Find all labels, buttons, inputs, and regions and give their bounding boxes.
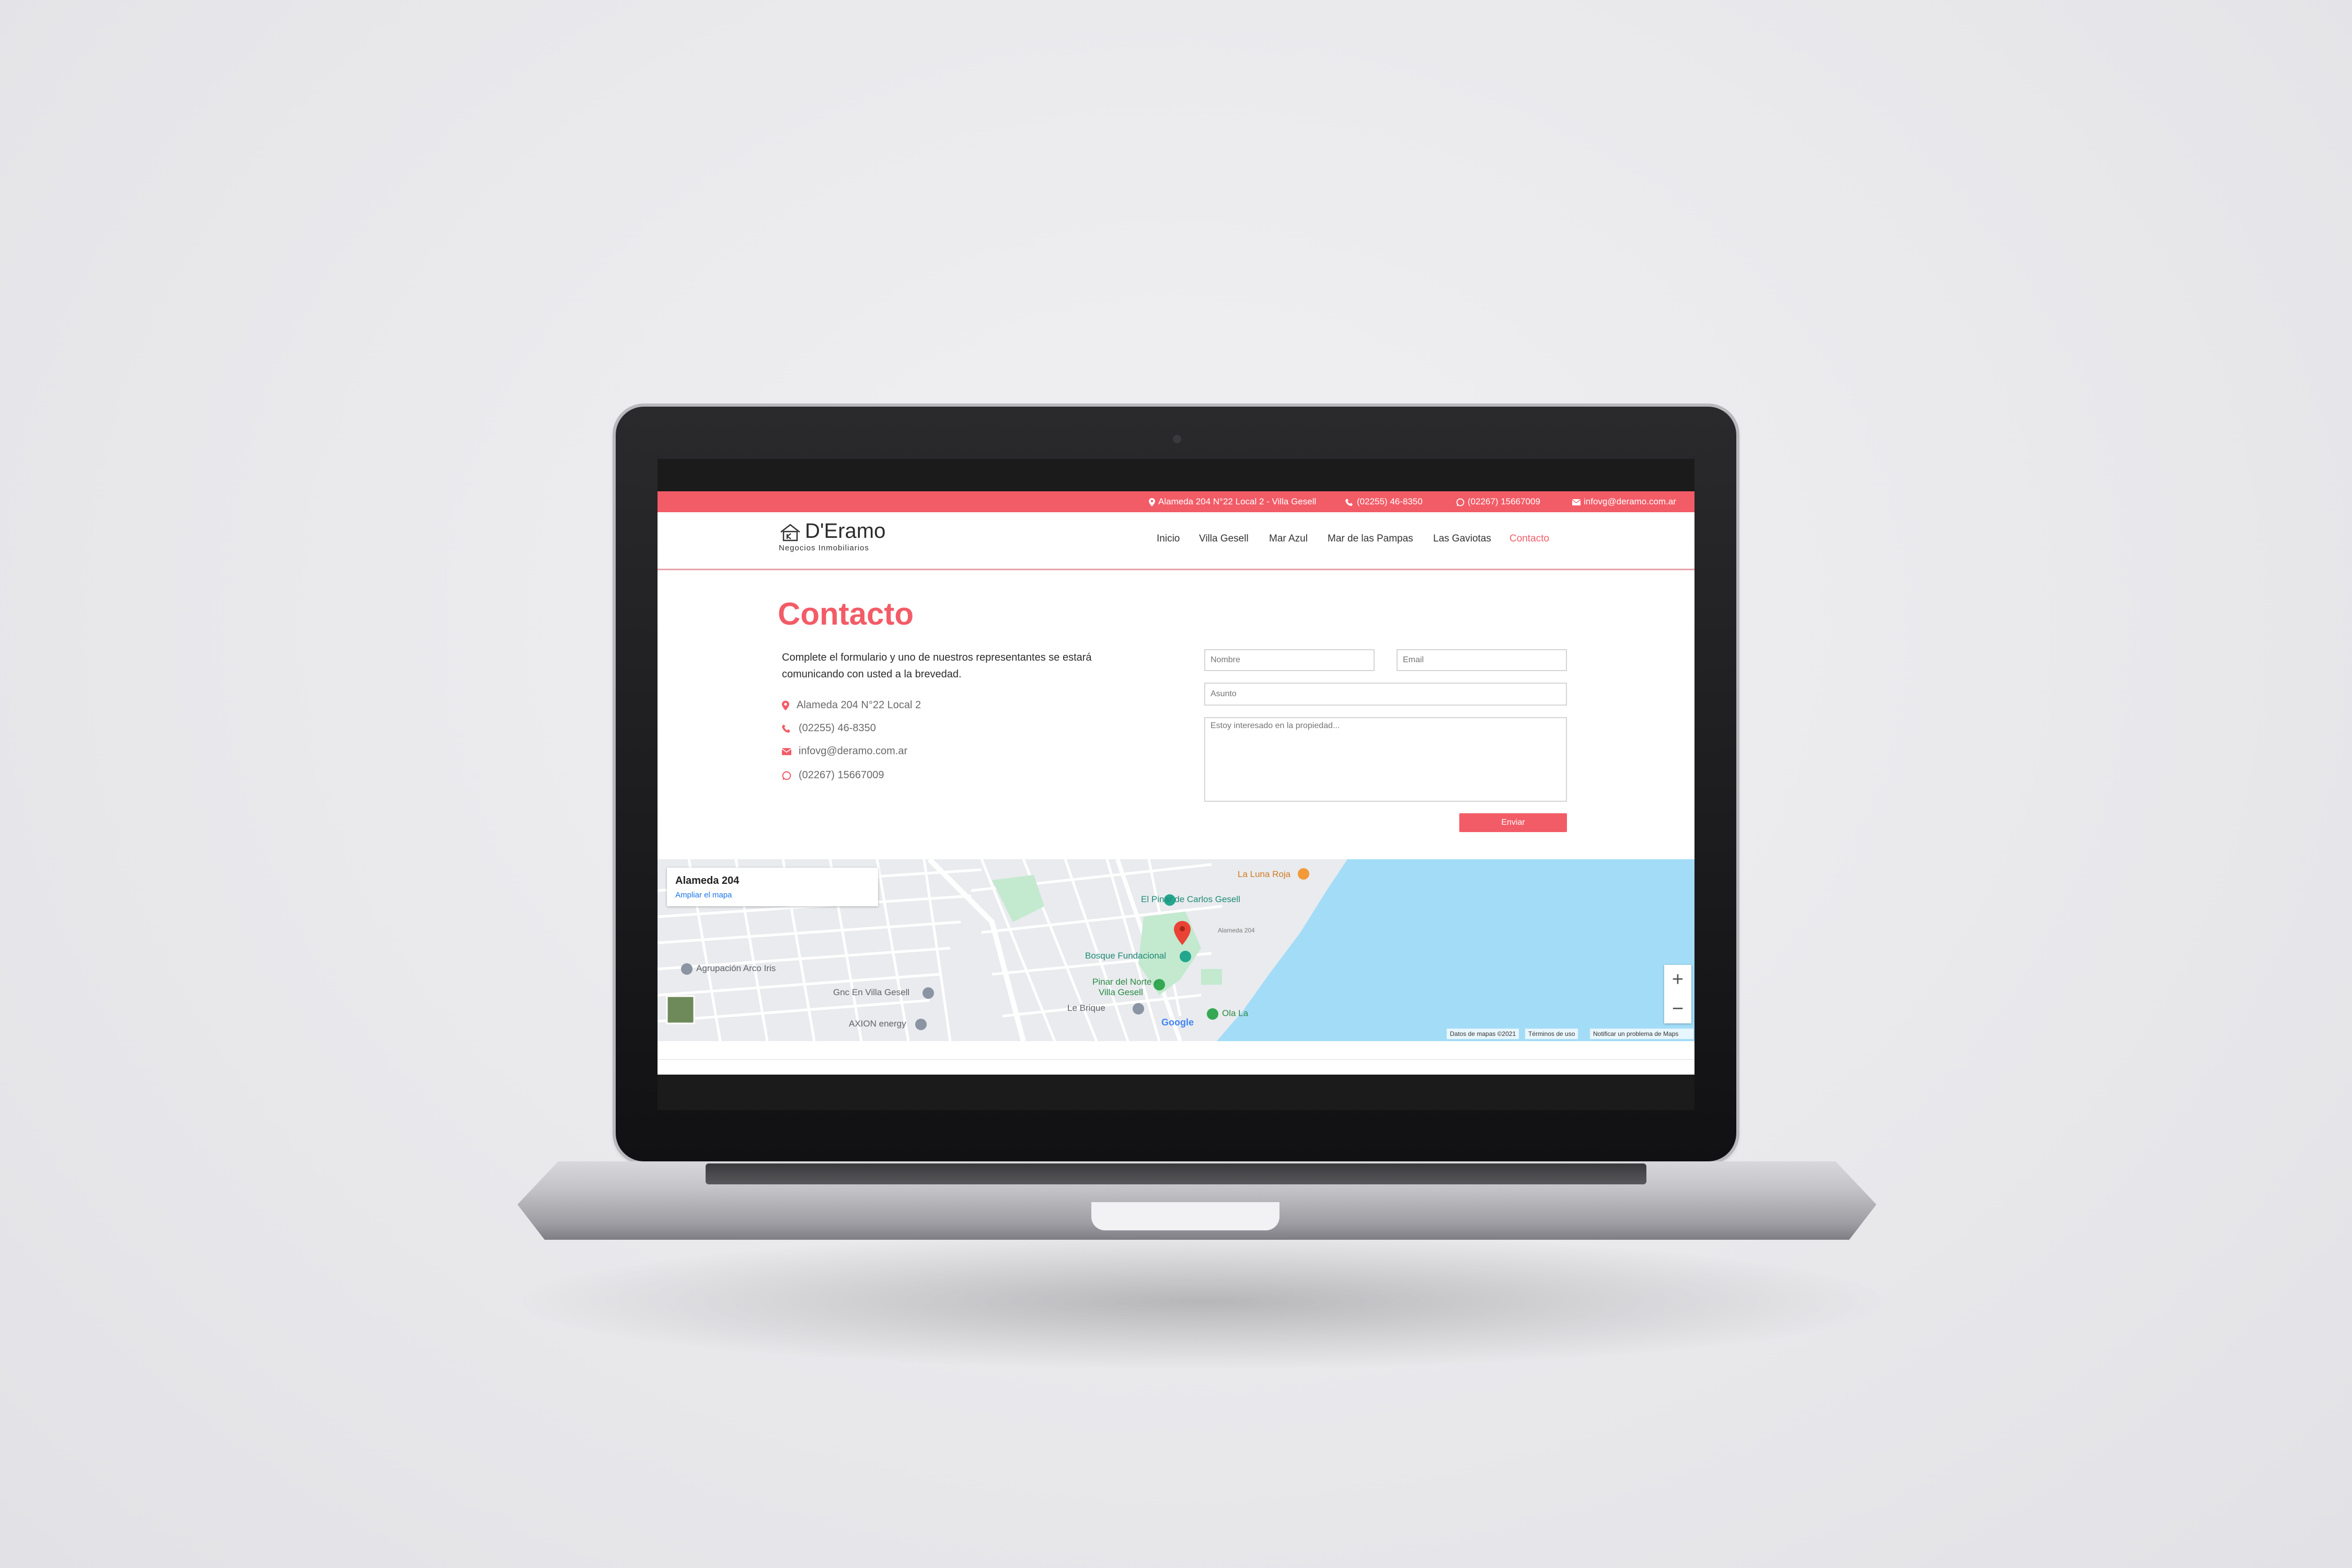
message-textarea[interactable] (1204, 717, 1567, 802)
topbar-email[interactable]: infovg@deramo.com.ar (1572, 491, 1676, 512)
whatsapp-icon (782, 771, 791, 780)
laptop-shadow (523, 1233, 1882, 1369)
place-pin-icon (1133, 1003, 1144, 1014)
map-card-title: Alameda 204 (675, 875, 740, 886)
phone-icon (782, 724, 790, 733)
subject-field[interactable] (1204, 683, 1567, 706)
contact-phone[interactable]: (02255) 46-8350 (782, 722, 876, 734)
name-field[interactable] (1204, 649, 1375, 671)
place-pin-icon (681, 963, 693, 975)
map-label-brique: Le Brique (1067, 1003, 1105, 1013)
envelope-icon (781, 747, 792, 755)
map-terms-link[interactable]: Términos de uso (1525, 1029, 1578, 1039)
map-info-card: Alameda 204 Ampliar el mapa (667, 868, 878, 906)
nav-mar-azul[interactable]: Mar Azul (1269, 533, 1308, 545)
map-label-street: Alameda 204 (1218, 927, 1255, 934)
topbar-address[interactable]: Alameda 204 N°22 Local 2 - Villa Gesell (1149, 491, 1316, 512)
intro-text: Complete el formulario y uno de nuestros… (782, 652, 1092, 680)
top-contact-bar: Alameda 204 N°22 Local 2 - Villa Gesell … (658, 491, 1694, 512)
brand-tagline: Negocios Inmobiliarios (779, 544, 869, 552)
map-label-ola: Ola La (1222, 1008, 1249, 1018)
email-field[interactable] (1397, 649, 1567, 671)
map-label-pinar: El Pinar de Carlos Gesell (1141, 894, 1240, 904)
map-zoom-control: + − (1664, 965, 1691, 1023)
map-label-pinar-norte-1: Pinar del Norte - (1092, 977, 1157, 987)
whatsapp-icon (1456, 498, 1465, 506)
map-data-credit: Datos de mapas ©2021 (1447, 1029, 1519, 1039)
page-divider (658, 1059, 1694, 1060)
nav-mar-de-las-pampas[interactable]: Mar de las Pampas (1328, 533, 1413, 545)
brand-name[interactable]: D'Eramo (805, 520, 885, 543)
map-label-gnc: Gnc En Villa Gesell (833, 987, 909, 997)
restaurant-pin-icon (1298, 868, 1309, 880)
satellite-toggle[interactable] (666, 995, 695, 1024)
contact-address: Alameda 204 N°22 Local 2 (782, 699, 921, 711)
laptop-trackpad-notch (1091, 1202, 1279, 1230)
map-label-luna-roja: La Luna Roja (1238, 869, 1291, 879)
house-logo-icon (780, 524, 800, 541)
nav-las-gaviotas[interactable]: Las Gaviotas (1433, 533, 1491, 545)
map-pin-icon (782, 700, 789, 711)
google-logo: Google (1161, 1017, 1194, 1028)
website-viewport: Alameda 204 N°22 Local 2 - Villa Gesell … (658, 491, 1694, 1075)
map-label-pinar-norte-2: Villa Gesell (1099, 987, 1143, 997)
zoom-in-button[interactable]: + (1664, 965, 1691, 994)
map-label-bosque: Bosque Fundacional (1085, 951, 1166, 961)
gas-station-pin-icon (923, 987, 934, 999)
nav-inicio[interactable]: Inicio (1157, 533, 1180, 545)
page-title: Contacto (778, 596, 914, 631)
gas-station-pin-icon (915, 1019, 927, 1030)
contact-whatsapp[interactable]: (02267) 15667009 (782, 769, 884, 781)
contact-email[interactable]: infovg@deramo.com.ar (781, 745, 907, 757)
place-pin-icon (1207, 1008, 1218, 1020)
envelope-icon (1572, 499, 1581, 505)
topbar-whatsapp[interactable]: (02267) 15667009 (1456, 491, 1540, 512)
nav-contacto[interactable]: Contacto (1509, 533, 1549, 545)
phone-icon (1345, 498, 1353, 506)
webcam (1173, 435, 1181, 443)
zoom-out-button[interactable]: − (1664, 994, 1691, 1023)
google-map[interactable]: La Luna Roja El Pinar de Carlos Gesell B… (658, 859, 1694, 1041)
laptop-keyboard-edge (706, 1163, 1646, 1184)
nav-villa-gesell[interactable]: Villa Gesell (1199, 533, 1249, 545)
park-pin-icon (1180, 951, 1191, 962)
map-label-axion: AXION energy (849, 1019, 906, 1029)
map-report-link[interactable]: Notificar un problema de Maps (1590, 1029, 1693, 1039)
map-pin-icon (1149, 498, 1155, 506)
map-card-link[interactable]: Ampliar el mapa (675, 891, 732, 900)
map-label-arco-iris: Agrupación Arco Iris (696, 963, 776, 973)
topbar-phone[interactable]: (02255) 46-8350 (1345, 491, 1423, 512)
send-button[interactable]: Enviar (1459, 813, 1567, 832)
